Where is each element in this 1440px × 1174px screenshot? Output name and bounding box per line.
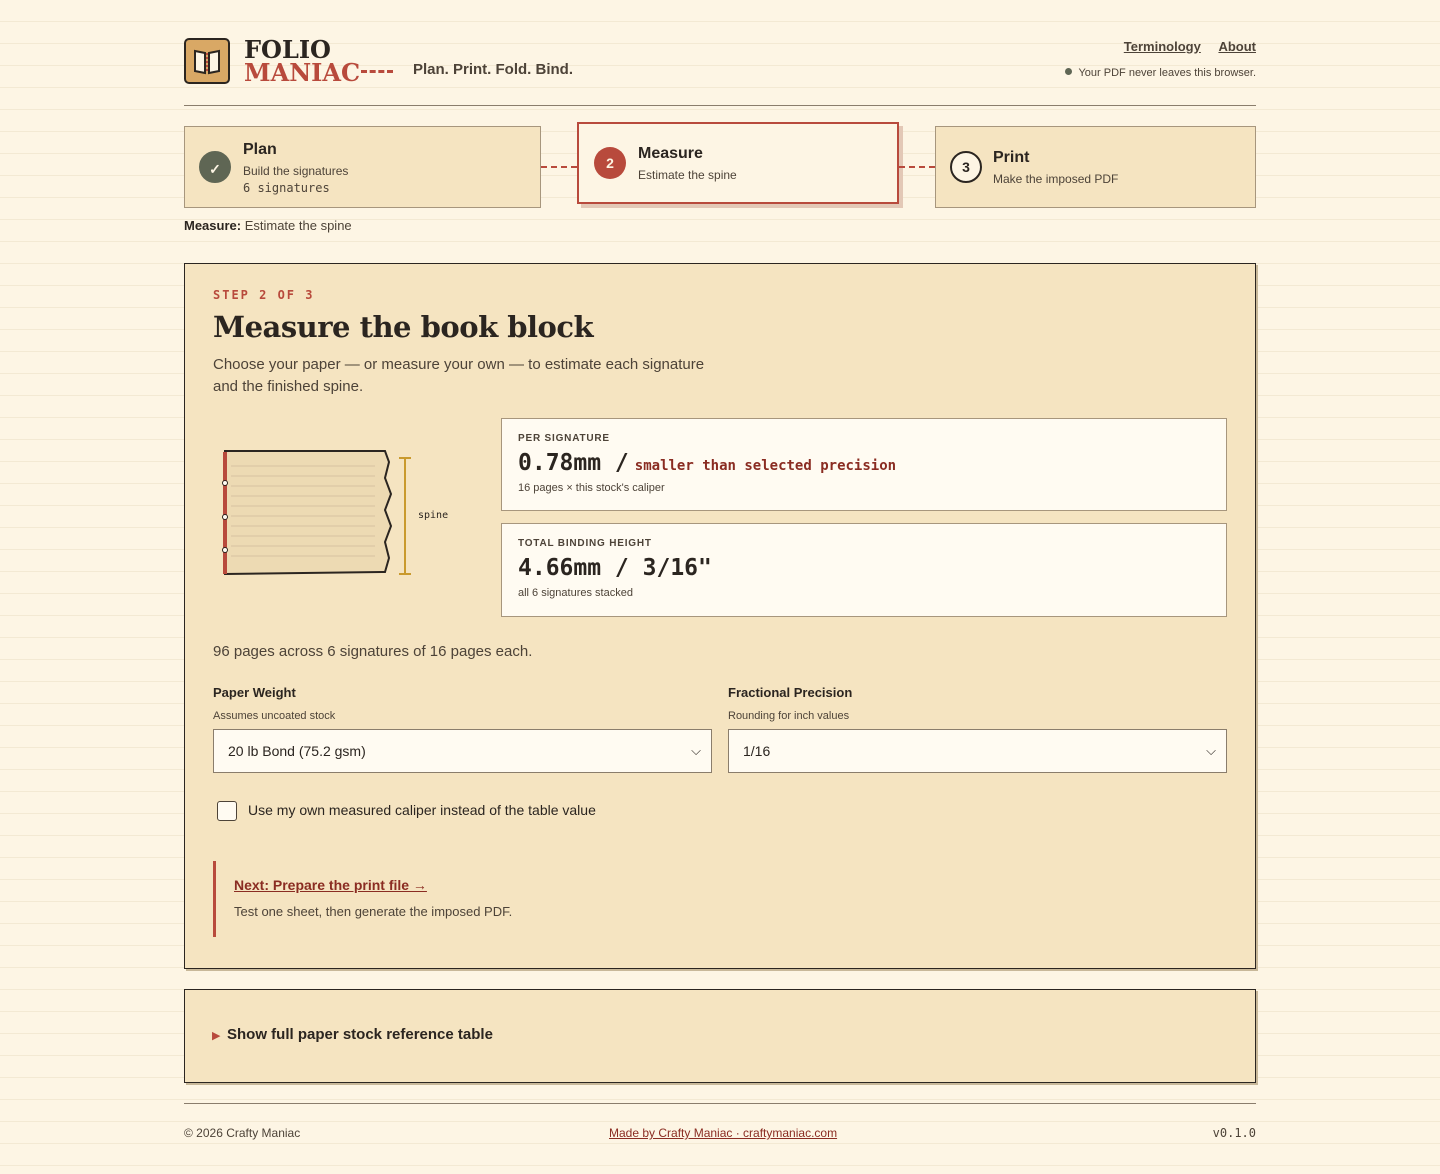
total-binding-value: 4.66mm / 3/16" [518, 555, 712, 581]
page-summary: 96 pages across 6 signatures of 16 pages… [213, 643, 533, 660]
site-header: FOLIO MANIAC Plan. Print. Fold. Bind. Te… [184, 38, 1256, 88]
step-number-badge: 3 [950, 151, 982, 183]
page-description: Choose your paper — or measure your own … [213, 356, 705, 395]
total-binding-foot: all 6 signatures stacked [518, 587, 633, 599]
chevron-down-icon: ⌵ [691, 743, 701, 758]
next-accent-bar [213, 861, 216, 937]
step-plan-detail: 6 signatures [243, 181, 330, 195]
next-step-link[interactable]: Next: Prepare the print file → [234, 877, 427, 893]
breadcrumb-text: Estimate the spine [244, 218, 352, 233]
credit-link[interactable]: Made by Crafty Maniac · craftymaniac.com [609, 1126, 837, 1140]
breadcrumb-label: Measure: [184, 218, 242, 233]
per-signature-value: 0.78mm / smaller than selected precision [518, 450, 896, 476]
check-icon: ✓ [199, 151, 231, 183]
step-print[interactable]: 3 Print Make the imposed PDF [935, 126, 1256, 208]
header-divider [184, 105, 1256, 106]
caliper-checkbox[interactable] [217, 801, 237, 821]
step-print-title: Print [993, 149, 1030, 166]
book-block-illustration: spine [213, 440, 463, 580]
privacy-note: Your PDF never leaves this browser. [1065, 67, 1256, 79]
step-plan[interactable]: ✓ Plan Build the signatures 6 signatures [184, 126, 541, 208]
per-signature-foot: 16 pages × this stock's caliper [518, 482, 665, 494]
measure-panel: STEP 2 OF 3 Measure the book block Choos… [184, 263, 1256, 969]
triangle-right-icon: ▶ [212, 1030, 221, 1042]
precision-label: Fractional Precision [728, 685, 853, 700]
per-signature-card: PER SIGNATURE 0.78mm / smaller than selec… [501, 418, 1227, 511]
per-signature-label: PER SIGNATURE [518, 433, 610, 444]
chevron-down-icon: ⌵ [1206, 743, 1216, 758]
terminology-link[interactable]: Terminology [1124, 39, 1201, 54]
brand-line-2: MANIAC [244, 58, 361, 87]
precision-select[interactable]: 1/16 ⌵ [728, 729, 1227, 773]
paper-weight-help: Assumes uncoated stock [213, 710, 336, 722]
precision-help: Rounding for inch values [728, 710, 850, 722]
precision-warning: smaller than selected precision [634, 458, 897, 474]
footer-divider [184, 1103, 1256, 1104]
privacy-text: Your PDF never leaves this browser. [1078, 67, 1256, 79]
copyright: © 2026 Crafty Maniac [184, 1126, 301, 1140]
status-dot-icon [1065, 68, 1073, 75]
about-link[interactable]: About [1218, 39, 1256, 54]
step-plan-title: Plan [243, 141, 277, 158]
brand-dash-divider [361, 70, 393, 73]
brand-wordmark[interactable]: FOLIO MANIAC [244, 38, 361, 87]
reference-toggle[interactable]: Show full paper stock reference table [227, 1026, 493, 1043]
open-book-icon [194, 49, 220, 75]
paper-weight-select[interactable]: 20 lb Bond (75.2 gsm) ⌵ [213, 729, 712, 773]
version: v0.1.0 [1212, 1126, 1256, 1140]
reference-panel[interactable]: ▶ Show full paper stock reference table [184, 989, 1256, 1083]
paper-weight-value: 20 lb Bond (75.2 gsm) [228, 743, 366, 759]
logo-icon[interactable] [184, 38, 230, 84]
step-measure-title: Measure [638, 145, 703, 162]
spine-label: spine [418, 510, 449, 521]
total-binding-card: TOTAL BINDING HEIGHT 4.66mm / 3/16" all … [501, 523, 1227, 617]
step-kicker: STEP 2 OF 3 [213, 288, 315, 302]
per-signature-number: 0.78mm / [518, 450, 629, 476]
step-number-badge: 2 [594, 147, 626, 179]
tagline: Plan. Print. Fold. Bind. [413, 61, 573, 78]
step-plan-sub: Build the signatures [243, 164, 349, 178]
paper-weight-label: Paper Weight [213, 685, 296, 700]
step-connector [899, 166, 935, 168]
next-step-hint: Test one sheet, then generate the impose… [234, 904, 513, 919]
precision-value: 1/16 [743, 743, 771, 759]
total-binding-label: TOTAL BINDING HEIGHT [518, 538, 652, 549]
step-connector [541, 166, 577, 168]
step-measure-sub: Estimate the spine [638, 168, 737, 182]
caliper-checkbox-label[interactable]: Use my own measured caliper instead of t… [248, 802, 596, 818]
step-measure[interactable]: 2 Measure Estimate the spine [577, 122, 899, 204]
page-title: Measure the book block [213, 310, 594, 344]
step-print-sub: Make the imposed PDF [993, 172, 1119, 186]
breadcrumb: Measure: Estimate the spine [184, 218, 352, 233]
top-nav: Terminology About [1110, 39, 1256, 54]
